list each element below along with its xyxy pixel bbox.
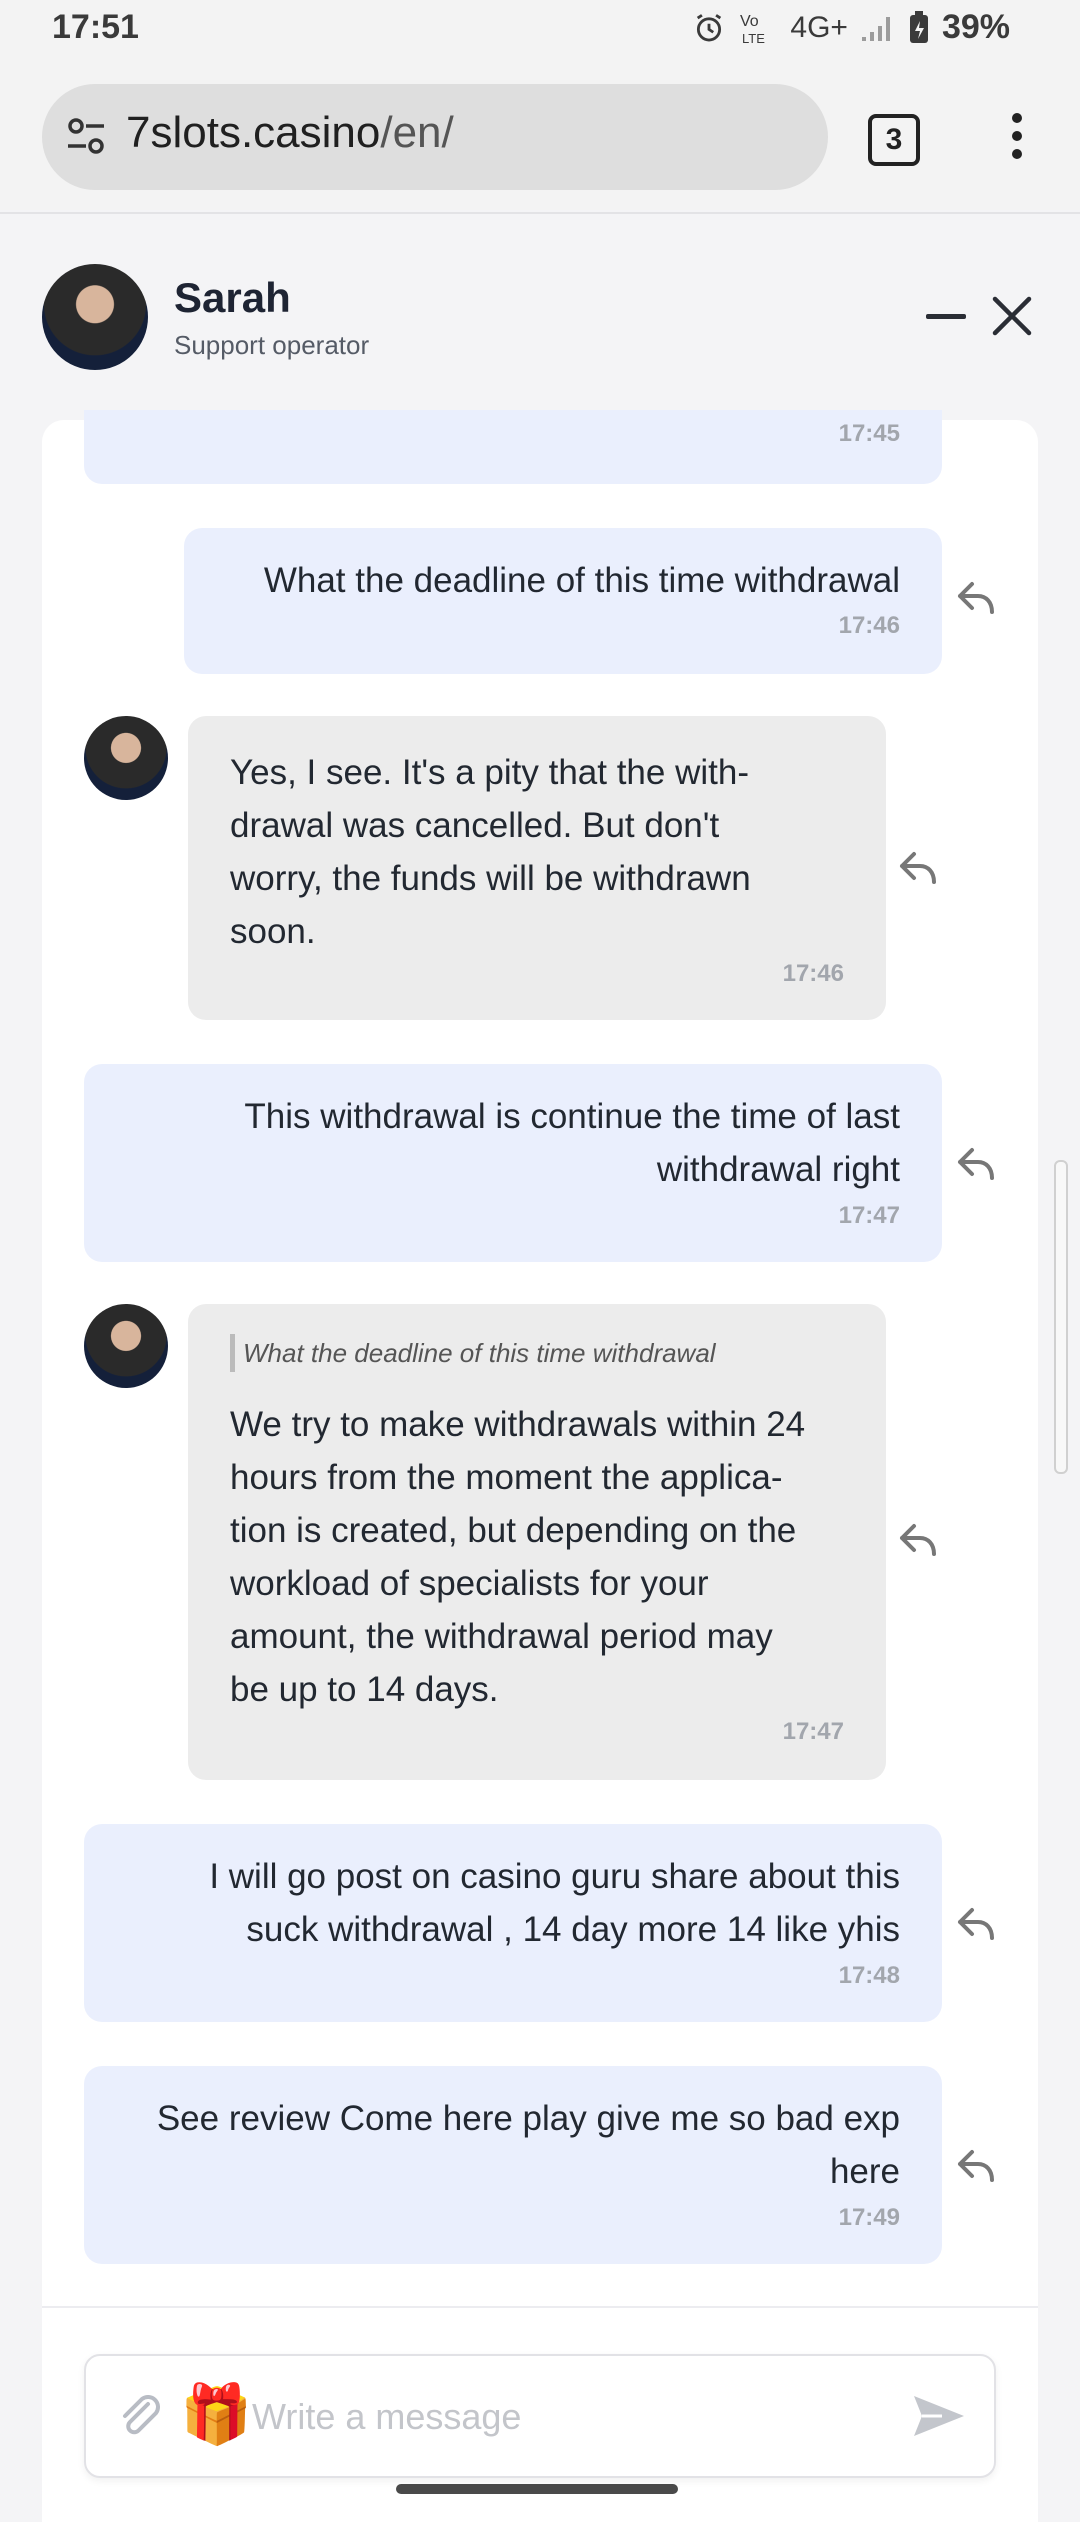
operator-avatar (84, 1304, 168, 1388)
message-line: workload of specialists for your (230, 1564, 709, 1603)
operator-avatar (84, 716, 168, 800)
message-line: worry, the funds will be withdrawn (230, 859, 751, 898)
status-icons: Vo LTE 4G+ 39% (692, 8, 1010, 47)
home-indicator (396, 2484, 678, 2494)
message-line: be up to 14 days. (230, 1670, 499, 1709)
overflow-menu-icon[interactable] (1006, 110, 1028, 162)
message-time: 17:46 (782, 960, 844, 987)
agent-role: Support operator (174, 330, 370, 360)
agent-avatar (42, 264, 148, 370)
operator-message: Yes, I see. It's a pity that the with- d… (188, 716, 886, 1020)
volte-icon: VoLTE (740, 13, 765, 46)
browser-toolbar: 7slots.casino/en/ 3 (0, 60, 1080, 210)
user-message: I will go post on casino guru share abou… (84, 1824, 942, 2022)
message-line: Yes, I see. It's a pity that the with- (230, 753, 749, 792)
message-composer: 🎁 (84, 2354, 996, 2478)
svg-text:Vo: Vo (740, 13, 759, 30)
attach-icon[interactable] (116, 2392, 164, 2440)
message-text: What the deadline of this time withdrawa… (263, 561, 900, 600)
tab-switcher-button[interactable]: 3 (868, 114, 920, 166)
message-line: withdrawal right (656, 1150, 900, 1189)
reply-icon[interactable] (956, 2148, 998, 2184)
operator-message: What the deadline of this time withdrawa… (188, 1304, 886, 1780)
messages-panel[interactable]: 17:45 What the deadline of this time wit… (42, 410, 1038, 2520)
reply-icon[interactable] (898, 850, 940, 886)
agent-name: Sarah (174, 274, 291, 321)
message-time: 17:47 (838, 1202, 900, 1229)
message-line: amount, the withdrawal period may (230, 1617, 773, 1656)
message-line: We try to make withdrawals within 24 (230, 1405, 806, 1444)
close-icon[interactable] (990, 294, 1034, 338)
message-line: suck withdrawal , 14 day more 14 like yh… (246, 1910, 900, 1949)
message-line: drawal was cancelled. But don't (230, 806, 720, 845)
chat-header: Sarah Support operator (0, 212, 1080, 422)
alarm-icon (697, 13, 722, 41)
message-line: This withdrawal is continue the time of … (244, 1097, 900, 1136)
status-bar: 17:51 Vo LTE 4G+ 39% (0, 0, 1080, 60)
signal-icon (861, 16, 890, 41)
network-type: 4G+ (790, 10, 848, 44)
message-time: 17:46 (838, 612, 900, 639)
message-line: I will go post on casino guru share abou… (209, 1857, 900, 1896)
url-text[interactable]: 7slots.casino/en/ (126, 108, 454, 158)
send-icon[interactable] (912, 2392, 966, 2440)
message-time: 17:47 (782, 1718, 844, 1745)
message-input[interactable] (250, 2386, 874, 2448)
gift-icon[interactable]: 🎁 (180, 2382, 252, 2448)
user-message: 17:45 (84, 410, 942, 484)
message-text: We try to make withdrawals within 24 hou… (230, 1398, 850, 1716)
message-text: Yes, I see. It's a pity that the with- d… (230, 746, 850, 958)
message-line: See review Come here play give me so bad… (156, 2099, 900, 2138)
battery-icon (909, 10, 928, 43)
user-message: This withdrawal is continue the time of … (84, 1064, 942, 1262)
message-text: See review Come here play give me so bad… (110, 2092, 900, 2198)
address-bar[interactable]: 7slots.casino/en/ (42, 84, 828, 190)
user-message: See review Come here play give me so bad… (84, 2066, 942, 2264)
user-message: What the deadline of this time withdrawa… (184, 528, 942, 674)
url-domain: 7slots.casino (126, 108, 381, 157)
site-settings-icon[interactable] (64, 114, 108, 158)
message-text: I will go post on casino guru share abou… (110, 1850, 900, 1956)
message-time: 17:49 (838, 2204, 900, 2231)
svg-text:LTE: LTE (742, 31, 765, 46)
message-line: here (829, 2152, 900, 2191)
status-time: 17:51 (52, 8, 139, 46)
minimize-button[interactable] (926, 314, 966, 319)
reply-icon[interactable] (956, 1906, 998, 1942)
quoted-message: What the deadline of this time withdrawa… (230, 1334, 843, 1372)
message-line: tion is created, but depending on the (230, 1511, 797, 1550)
reply-icon[interactable] (898, 1522, 940, 1558)
reply-icon[interactable] (956, 1146, 998, 1182)
message-time: 17:45 (838, 420, 900, 447)
message-line: hours from the moment the applica- (230, 1458, 783, 1497)
url-path: /en/ (380, 108, 454, 157)
battery-percent: 39% (941, 8, 1010, 46)
message-time: 17:48 (838, 1962, 900, 1989)
scrollbar[interactable] (1054, 1160, 1068, 1474)
message-line: soon. (230, 912, 316, 951)
reply-icon[interactable] (956, 580, 998, 616)
message-text: This withdrawal is continue the time of … (110, 1090, 900, 1196)
